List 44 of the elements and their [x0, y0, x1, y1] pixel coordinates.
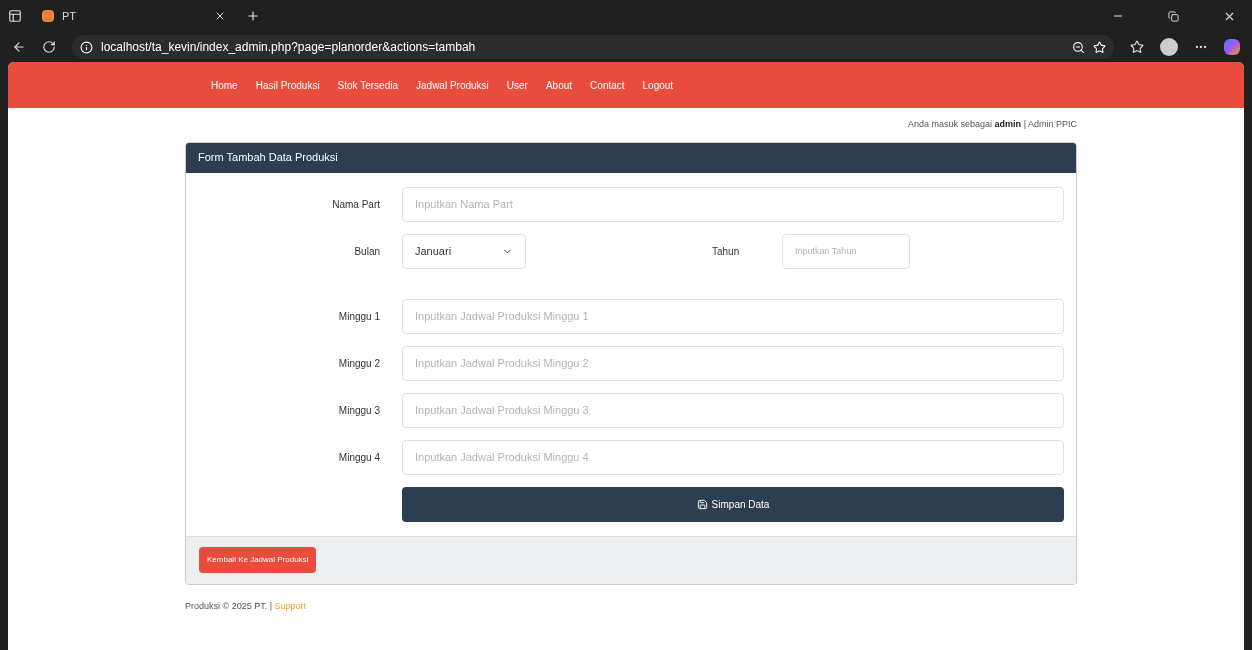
field-label: Minggu 2: [337, 356, 381, 371]
nav-link[interactable]: Home: [211, 77, 238, 93]
week-schedule-field[interactable]: Inputkan Jadwal Produksi Minggu 3: [402, 392, 1064, 428]
save-icon: [696, 498, 708, 510]
nav-link[interactable]: Jadwal Produksi: [416, 77, 489, 93]
week-schedule-field[interactable]: Inputkan Jadwal Produksi Minggu 2: [402, 345, 1064, 381]
field-label: Minggu 4: [337, 450, 381, 465]
new-tab-icon[interactable]: [246, 9, 260, 23]
reload-icon[interactable]: [42, 40, 56, 54]
month-select[interactable]: Januari: [402, 233, 526, 269]
nav-link[interactable]: Hasil Produksi: [255, 77, 320, 93]
back-icon[interactable]: [12, 40, 26, 54]
restore-icon[interactable]: [1168, 10, 1179, 22]
week-schedule-field[interactable]: Inputkan Jadwal Produksi Minggu 1: [402, 298, 1064, 334]
field-label: Tahun: [712, 244, 741, 259]
tabs-icon[interactable]: [8, 9, 22, 23]
nama-part-field[interactable]: Inputkan Nama Part: [402, 186, 1064, 222]
favorite-icon[interactable]: [1093, 40, 1106, 54]
copilot-icon[interactable]: [1224, 39, 1240, 55]
login-info: Anda masuk sebagai admin | Admin PPIC: [907, 118, 1077, 131]
field-label: Minggu 1: [337, 309, 381, 324]
favicon-icon: [42, 10, 54, 22]
address-bar[interactable]: localhost/ta_kevin/index_admin.php?page=planorder&actions=tambah: [72, 35, 1114, 59]
zoom-icon[interactable]: [1072, 40, 1085, 54]
form-title: Form Tambah Data Produksi: [198, 150, 338, 166]
field-label: Bulan: [353, 244, 381, 259]
nav-link[interactable]: About: [545, 77, 573, 93]
field-label: Nama Part: [331, 197, 381, 212]
close-tab-icon[interactable]: [214, 10, 226, 22]
nav-link[interactable]: Stok Tersedia: [337, 77, 398, 93]
week-schedule-field[interactable]: Inputkan Jadwal Produksi Minggu 4: [402, 439, 1064, 475]
nav-link[interactable]: Logout: [642, 77, 674, 93]
browser-tab[interactable]: PT: [34, 3, 234, 29]
save-button[interactable]: Simpan Data: [402, 486, 1064, 522]
footer-text: Produksi © 2025 PT. | Support: [185, 599, 308, 613]
profile-avatar[interactable]: [1160, 38, 1178, 56]
field-label: Minggu 3: [337, 403, 381, 418]
tahun-field[interactable]: Inputkan Tahun: [782, 233, 910, 269]
info-icon: [80, 40, 93, 54]
favorites-icon[interactable]: [1130, 40, 1144, 54]
nav-link[interactable]: Contact: [590, 77, 625, 93]
nav-link[interactable]: User: [506, 77, 528, 93]
support-link[interactable]: Support: [274, 600, 307, 611]
back-button[interactable]: Kembali Ke Jadwal Produksi: [199, 547, 317, 573]
